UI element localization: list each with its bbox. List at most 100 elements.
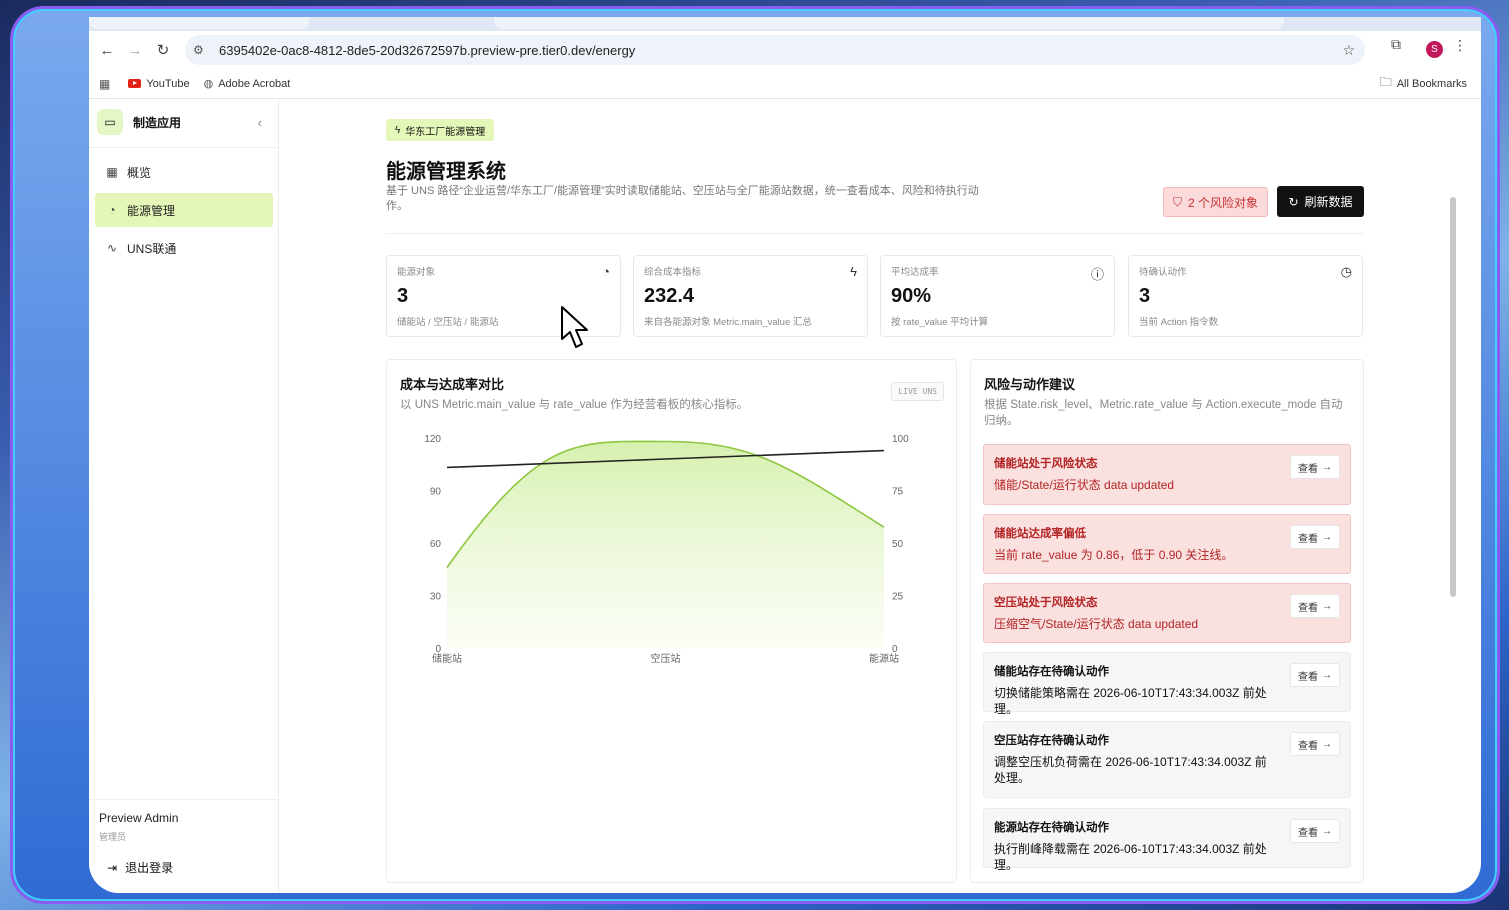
back-icon[interactable]: ← bbox=[93, 36, 121, 64]
bookmark-label: YouTube bbox=[146, 77, 190, 90]
arrow-right-icon: → bbox=[1322, 825, 1332, 837]
url-text: 6395402e-0ac8-4812-8de5-20d32672597b.pre… bbox=[219, 42, 636, 58]
clock-icon: ◷ bbox=[1340, 264, 1352, 279]
risk-item-title: 储能站处于风险状态 bbox=[994, 458, 1098, 470]
divider bbox=[89, 147, 278, 148]
view-label: 查看 bbox=[1298, 671, 1318, 683]
divider bbox=[89, 799, 278, 800]
chart-panel-title: 成本与达成率对比 bbox=[400, 377, 505, 392]
risk-panel-title: 风险与动作建议 bbox=[984, 377, 1076, 392]
lightning-icon: ϟ bbox=[395, 124, 401, 136]
cost-rate-chart: 03060901200255075100储能站 空压站 能源站 bbox=[424, 434, 909, 665]
card-sub: 按 rate_value 平均计算 bbox=[891, 317, 989, 328]
user-role: 管理员 bbox=[99, 832, 127, 842]
action-item-detail: 切换储能策略需在 2026-06-10T17:43:34.003Z 前处理。 bbox=[994, 686, 1267, 716]
y-left-tick-label: 60 bbox=[430, 539, 442, 550]
view-button[interactable]: 查看 → bbox=[1290, 732, 1340, 756]
sidebar-item-label: UNS联通 bbox=[127, 241, 177, 256]
risk-item: 储能站处于风险状态 储能/State/运行状态 data updated 查看 → bbox=[983, 444, 1351, 505]
tab-strip[interactable] bbox=[89, 17, 1481, 31]
view-button[interactable]: 查看 → bbox=[1290, 663, 1340, 687]
menu-icon[interactable]: ⋮ bbox=[1453, 37, 1467, 54]
sidebar-item-energy[interactable]: ◔ 能源管理 bbox=[95, 193, 273, 227]
shield-icon: ⛉ bbox=[1172, 194, 1182, 209]
action-item: 能源站存在待确认动作 执行削峰降载需在 2026-06-10T17:43:34.… bbox=[983, 808, 1351, 872]
view-label: 查看 bbox=[1298, 533, 1318, 545]
sidebar-item-label: 概览 bbox=[127, 165, 152, 180]
info-icon: ⓘ bbox=[1090, 267, 1104, 282]
all-bookmarks[interactable]: 🗀 All Bookmarks bbox=[1380, 73, 1467, 94]
y-left-tick-label: 120 bbox=[424, 434, 441, 445]
card-label: 待确认动作 bbox=[1139, 267, 1187, 278]
action-item-title: 能源站存在待确认动作 bbox=[994, 822, 1109, 834]
refresh-button[interactable]: ↻ 刷新数据 bbox=[1277, 186, 1364, 217]
view-button[interactable]: 查看 → bbox=[1290, 819, 1340, 843]
view-button[interactable]: 查看 → bbox=[1290, 525, 1340, 549]
chevron-left-icon[interactable]: ‹ bbox=[258, 115, 262, 130]
risk-item: 储能站达成率偏低 当前 rate_value 为 0.86，低于 0.90 关注… bbox=[983, 514, 1351, 574]
card-label: 能源对象 bbox=[397, 267, 436, 278]
risk-panel-description: 根据 State.risk_level、Metric.rate_value 与 … bbox=[984, 399, 1343, 427]
reload-icon[interactable]: ↻ bbox=[149, 36, 177, 64]
site-settings-icon[interactable]: ⚙ bbox=[193, 43, 213, 57]
gauge-icon: ◔ bbox=[602, 264, 610, 279]
sidebar-item-label: 能源管理 bbox=[127, 203, 176, 218]
view-label: 查看 bbox=[1298, 602, 1318, 614]
star-icon[interactable]: ☆ bbox=[1342, 42, 1355, 59]
view-label: 查看 bbox=[1298, 740, 1318, 752]
risk-item-title: 空压站处于风险状态 bbox=[994, 597, 1098, 609]
card-label: 平均达成率 bbox=[891, 267, 939, 278]
bookmarks-bar: ▦ YouTube ◍ Adobe Acrobat 🗀 All Bookmark… bbox=[89, 69, 1481, 99]
profile-avatar[interactable]: S bbox=[1426, 41, 1443, 58]
address-bar[interactable]: ⚙ 6395402e-0ac8-4812-8de5-20d32672597b.p… bbox=[185, 35, 1365, 65]
address-row: ← → ↻ ⚙ 6395402e-0ac8-4812-8de5-20d32672… bbox=[89, 31, 1481, 69]
risk-item-detail: 储能/State/运行状态 data updated bbox=[994, 478, 1175, 492]
arrow-right-icon: → bbox=[1322, 600, 1332, 612]
forward-icon[interactable]: → bbox=[121, 36, 149, 64]
card-sub: 当前 Action 指令数 bbox=[1139, 317, 1219, 328]
arrow-right-icon: → bbox=[1322, 461, 1332, 473]
logout-label: 退出登录 bbox=[125, 861, 174, 875]
x-tick-label: 储能站 bbox=[432, 652, 462, 665]
apps-icon[interactable]: ▦ bbox=[99, 77, 110, 91]
youtube-icon bbox=[128, 79, 142, 88]
scrollbar[interactable] bbox=[1450, 197, 1456, 597]
sidebar: ▭ 制造应用 ‹ ▦ 概览 ◔ 能源管理 ∿ UNS联通 Preview Adm… bbox=[89, 99, 279, 893]
logout-button[interactable]: ⇥ 退出登录 bbox=[107, 859, 173, 876]
action-item-detail: 调整空压机负荷需在 2026-06-10T17:43:34.003Z 前处理。 bbox=[994, 755, 1267, 785]
brand-label: 制造应用 bbox=[133, 115, 182, 130]
card-value: 3 bbox=[1139, 285, 1151, 307]
chart-panel: 成本与达成率对比 以 UNS Metric.main_value 与 rate_… bbox=[386, 359, 957, 883]
view-button[interactable]: 查看 → bbox=[1290, 455, 1340, 479]
activity-icon: ∿ bbox=[106, 241, 118, 255]
sidebar-item-uns[interactable]: ∿ UNS联通 bbox=[95, 231, 273, 265]
folder-icon: ▭ bbox=[97, 109, 123, 135]
folder-icon: 🗀 bbox=[1379, 75, 1392, 89]
mouse-cursor-icon bbox=[561, 306, 588, 348]
card-value: 232.4 bbox=[644, 285, 695, 307]
refresh-icon: ↻ bbox=[1288, 194, 1299, 209]
badge-label: 华东工厂能源管理 bbox=[405, 126, 486, 138]
bookmark-adobe-acrobat[interactable]: ◍ Adobe Acrobat bbox=[204, 77, 291, 91]
stat-card-pending-actions: 待确认动作 ◷ 3 当前 Action 指令数 bbox=[1128, 255, 1363, 337]
view-label: 查看 bbox=[1298, 827, 1318, 839]
page-title: 能源管理系统 bbox=[386, 161, 506, 183]
view-button[interactable]: 查看 → bbox=[1290, 594, 1340, 618]
sidebar-brand: ▭ 制造应用 bbox=[97, 109, 181, 135]
extensions-icon[interactable]: ⧉ bbox=[1391, 36, 1401, 53]
refresh-button-label: 刷新数据 bbox=[1304, 195, 1353, 209]
card-value: 90% bbox=[891, 285, 932, 307]
risk-button-label: 2 个风险对象 bbox=[1188, 195, 1259, 210]
risk-item-title: 储能站达成率偏低 bbox=[994, 528, 1086, 540]
y-right-tick-label: 50 bbox=[892, 539, 904, 550]
sidebar-item-overview[interactable]: ▦ 概览 bbox=[95, 155, 273, 189]
lightning-icon: ϟ bbox=[850, 264, 857, 279]
risk-item-detail: 当前 rate_value 为 0.86，低于 0.90 关注线。 bbox=[994, 548, 1234, 562]
divider bbox=[386, 233, 1364, 234]
action-item: 储能站存在待确认动作 切换储能策略需在 2026-06-10T17:43:34.… bbox=[983, 652, 1351, 716]
action-item-title: 储能站存在待确认动作 bbox=[994, 666, 1109, 678]
bookmark-youtube[interactable]: YouTube bbox=[128, 77, 190, 90]
y-left-tick-label: 30 bbox=[430, 592, 442, 603]
gauge-icon: ◔ bbox=[108, 203, 116, 217]
risk-objects-button[interactable]: ⛉ 2 个风险对象 bbox=[1163, 187, 1268, 217]
